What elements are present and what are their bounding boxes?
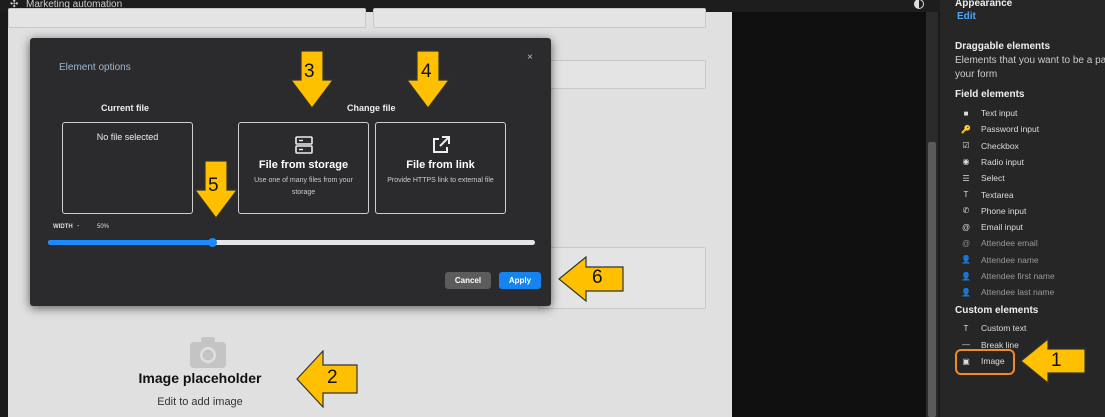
- form-field[interactable]: [8, 8, 366, 28]
- draggable-desc-line2: your form: [955, 69, 998, 80]
- annotation-number-3: 3: [304, 61, 315, 82]
- sidebar-item-label: Phone input: [981, 205, 1027, 216]
- sidebar-item-attendee-first-name[interactable]: 👤 Attendee first name: [960, 269, 1055, 283]
- select-icon: ☰: [962, 173, 970, 183]
- break-line-icon: —: [962, 340, 970, 349]
- attendee-first-name-icon: 👤: [961, 271, 971, 281]
- phone-input-icon: ✆: [962, 206, 970, 216]
- current-file-value: No file selected: [96, 132, 159, 142]
- sidebar-item-custom-text[interactable]: T Custom text: [960, 321, 1027, 335]
- sidebar-item-select[interactable]: ☰ Select: [960, 171, 1005, 185]
- annotation-number-5: 5: [208, 175, 219, 196]
- field-elements-heading: Field elements: [955, 89, 1025, 100]
- sidebar-item-attendee-name[interactable]: 👤 Attendee name: [960, 253, 1039, 267]
- custom-text-icon: T: [963, 323, 969, 333]
- sidebar-item-email-input[interactable]: @ Email input: [960, 220, 1023, 234]
- width-slider-handle[interactable]: [208, 238, 218, 247]
- attendee-email-icon: @: [961, 238, 971, 248]
- storage-title: File from storage: [258, 159, 349, 171]
- annotation-arrow-6: [558, 256, 624, 302]
- sidebar-item-label: Password input: [981, 124, 1040, 135]
- custom-elements-heading: Custom elements: [955, 305, 1039, 316]
- sidebar-item-label: Email input: [981, 222, 1024, 233]
- annotation-number-6: 6: [592, 267, 603, 288]
- storage-icon: [294, 136, 313, 154]
- width-separator: -: [77, 223, 80, 230]
- form-field[interactable]: [538, 60, 706, 89]
- link-title: File from link: [406, 159, 475, 171]
- dialog-title: Element options: [59, 62, 131, 73]
- sidebar-item-label: Radio input: [981, 156, 1025, 167]
- textarea-icon: T: [963, 190, 969, 199]
- form-field[interactable]: [373, 8, 706, 28]
- annotation-number-2: 2: [327, 367, 338, 388]
- width-label: WIDTH: [53, 224, 73, 230]
- canvas-scrollbar[interactable]: [926, 12, 938, 417]
- cancel-button[interactable]: Cancel: [445, 272, 491, 289]
- sidebar-item-label: Textarea: [981, 189, 1014, 200]
- attendee-last-name-icon: 👤: [961, 287, 971, 297]
- sidebar-item-label: Checkbox: [981, 140, 1019, 151]
- password-input-icon: 🔑: [961, 124, 971, 134]
- sidebar-item-label: Attendee email: [981, 238, 1038, 249]
- scrollbar-thumb[interactable]: [928, 142, 936, 417]
- attendee-name-icon: 👤: [961, 255, 971, 265]
- sidebar-item-label: Attendee name: [981, 254, 1039, 265]
- sidebar-item-label: Select: [981, 173, 1005, 184]
- close-icon[interactable]: ×: [527, 52, 533, 63]
- storage-desc: Use one of many files from your storage: [254, 177, 353, 196]
- file-from-storage-button[interactable]: File from storage Use one of many files …: [238, 122, 369, 214]
- sidebar-item-attendee-email[interactable]: @ Attendee email: [960, 236, 1038, 250]
- width-slider[interactable]: [48, 238, 535, 247]
- radio-input-icon: ◉: [962, 157, 970, 167]
- link-desc: Provide HTTPS link to external file: [387, 177, 494, 184]
- sidebar-item-password-input[interactable]: 🔑 Password input: [960, 122, 1039, 136]
- canvas-gutter: [732, 12, 926, 417]
- sidebar-item-radio-input[interactable]: ◉ Radio input: [960, 155, 1025, 169]
- sidebar-item-label: Attendee last name: [981, 287, 1055, 298]
- image-placeholder-title: Image placeholder: [138, 370, 262, 386]
- change-file-heading: Change file: [347, 103, 396, 113]
- sidebar-item-attendee-last-name[interactable]: 👤 Attendee last name: [960, 285, 1054, 299]
- screen: ✣ Marketing automation Image placeholder…: [0, 0, 1105, 417]
- file-from-link-button[interactable]: File from link Provide HTTPS link to ext…: [375, 122, 506, 214]
- annotation-number-1: 1: [1051, 350, 1062, 371]
- width-slider-fill: [48, 240, 213, 245]
- draggable-desc-line1: Elements that you want to be a part o: [955, 55, 1105, 66]
- appearance-edit-link[interactable]: Edit: [957, 11, 976, 22]
- current-file-heading: Current file: [101, 103, 150, 113]
- sidebar-item-checkbox[interactable]: ☑ Checkbox: [960, 139, 1019, 153]
- email-input-icon: @: [961, 222, 971, 232]
- image-item-highlight: [955, 349, 1015, 375]
- external-link-icon: [432, 136, 450, 153]
- sidebar-item-textarea[interactable]: T Textarea: [960, 188, 1014, 202]
- sidebar-item-label: Attendee first name: [981, 271, 1055, 281]
- current-file-box: No file selected: [62, 122, 193, 214]
- sidebar-item-label: Text input: [981, 108, 1018, 118]
- appearance-heading: Appearance: [955, 0, 1013, 9]
- annotation-number-4: 4: [421, 61, 432, 82]
- draggable-heading: Draggable elements: [955, 41, 1051, 52]
- checkbox-icon: ☑: [962, 141, 970, 151]
- width-value: 50%: [97, 224, 110, 230]
- sidebar-item-label: Break line: [981, 339, 1019, 350]
- sidebar-item-label: Custom text: [981, 323, 1027, 333]
- camera-icon: [190, 337, 226, 368]
- image-placeholder-subtitle[interactable]: Edit to add image: [100, 396, 300, 408]
- text-input-icon: ■: [963, 108, 969, 118]
- sidebar-item-text-input[interactable]: ■ Text input: [960, 106, 1018, 120]
- contrast-icon[interactable]: [914, 0, 924, 9]
- apply-button[interactable]: Apply: [499, 272, 541, 289]
- sidebar-item-phone-input[interactable]: ✆ Phone input: [960, 204, 1027, 218]
